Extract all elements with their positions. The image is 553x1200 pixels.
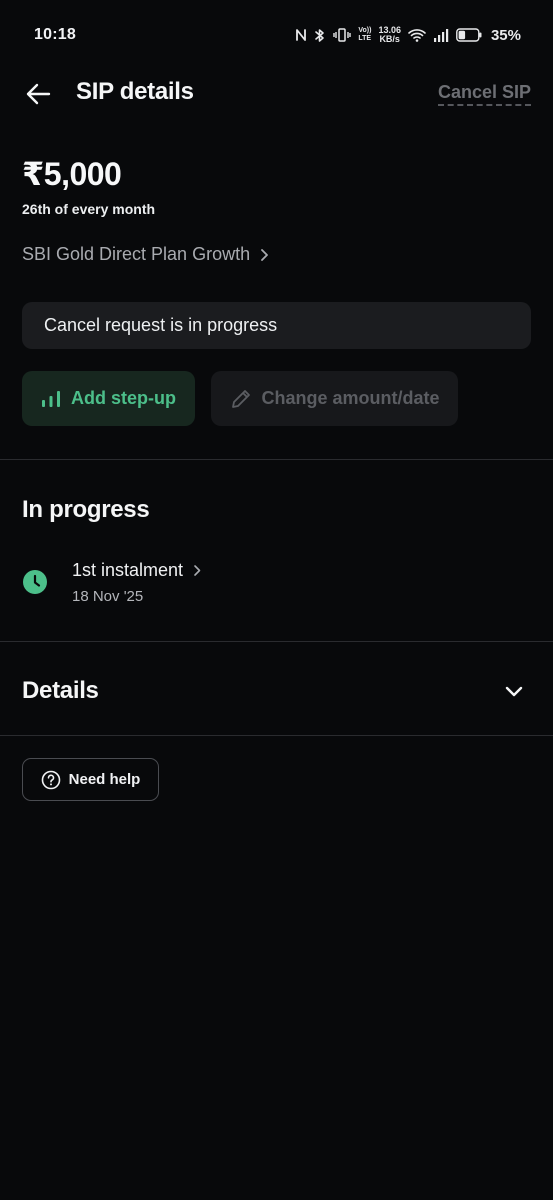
pencil-icon xyxy=(232,389,251,408)
fund-name: SBI Gold Direct Plan Growth xyxy=(22,244,251,264)
volte-top: Vo)) xyxy=(358,27,372,34)
details-accordion[interactable]: Details xyxy=(0,642,553,734)
wifi-icon xyxy=(408,28,426,42)
vibrate-icon xyxy=(333,28,352,42)
bar-chart-icon xyxy=(42,390,60,407)
in-progress-title: In progress xyxy=(22,496,150,523)
need-help-button[interactable]: Need help xyxy=(22,758,159,801)
page-title: SIP details xyxy=(76,78,194,105)
fund-link[interactable]: SBI Gold Direct Plan Growth xyxy=(22,244,270,265)
change-amount-date-label: Change amount/date xyxy=(261,388,440,408)
volte-icon: Vo)) LTE xyxy=(358,27,371,43)
divider xyxy=(0,735,553,736)
change-amount-date-button[interactable]: Change amount/date xyxy=(211,371,458,426)
chevron-right-icon xyxy=(261,248,268,261)
status-icons: Vo)) LTE 13.06 KB/s 35% xyxy=(295,26,521,44)
divider xyxy=(0,459,553,460)
cancel-status-text: Cancel request is in progress xyxy=(44,315,278,335)
help-circle-icon xyxy=(41,770,60,789)
nfc-icon xyxy=(295,28,307,42)
status-bar: 10:18 Vo)) LTE 13.06 KB/s 35% xyxy=(0,0,553,70)
back-button[interactable] xyxy=(24,80,52,108)
net-speed-unit: KB/s xyxy=(379,34,400,44)
add-step-up-button[interactable]: Add step-up xyxy=(22,371,195,426)
volte-bottom: LTE xyxy=(358,35,372,42)
cancel-status-banner: Cancel request is in progress xyxy=(22,302,531,349)
clock-icon xyxy=(23,570,47,594)
details-title: Details xyxy=(22,677,99,704)
signal-icon xyxy=(433,28,449,42)
need-help-label: Need help xyxy=(68,771,141,788)
status-time: 10:18 xyxy=(34,26,76,43)
sip-schedule: 26th of every month xyxy=(22,201,156,217)
instalment-item[interactable]: 1st instalment 18 Nov '25 xyxy=(22,556,322,612)
header: SIP details Cancel SIP xyxy=(0,70,553,116)
net-speed: 13.06 KB/s xyxy=(378,26,401,44)
chevron-down-icon xyxy=(505,686,523,697)
cancel-sip-button[interactable]: Cancel SIP xyxy=(437,82,531,106)
instalment-title: 1st instalment xyxy=(72,560,184,580)
instalment-date: 18 Nov '25 xyxy=(72,588,144,605)
sip-amount: ₹5,000 xyxy=(22,156,122,192)
back-arrow-icon xyxy=(26,83,51,105)
battery-icon xyxy=(456,28,482,42)
chevron-right-icon xyxy=(194,565,201,576)
instalment-title-row: 1st instalment xyxy=(72,560,202,581)
add-step-up-label: Add step-up xyxy=(71,388,176,408)
battery-percent: 35% xyxy=(490,26,521,44)
bluetooth-icon xyxy=(314,28,326,43)
